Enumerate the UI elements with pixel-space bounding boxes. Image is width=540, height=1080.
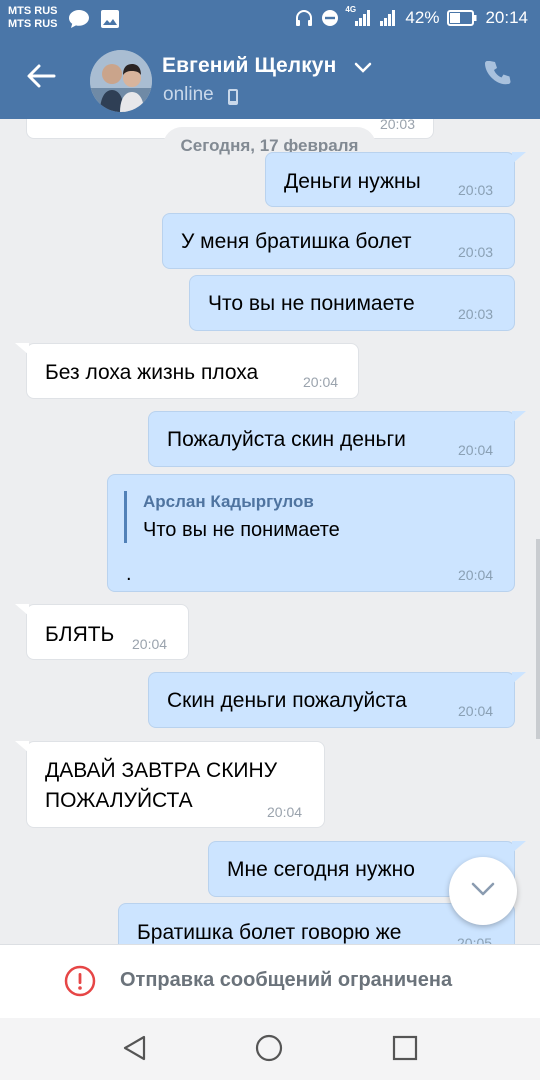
bubble-tail bbox=[15, 604, 29, 616]
battery-percent: 42% bbox=[405, 8, 440, 27]
restriction-message: Отправка сообщений ограничена bbox=[120, 969, 453, 991]
mobile-device-icon bbox=[227, 88, 239, 110]
system-indicators: 4G 42% 20:14 bbox=[295, 5, 528, 28]
nav-recents-button[interactable] bbox=[390, 1033, 424, 1067]
messaging-restricted-bar: Отправка сообщений ограничена bbox=[0, 944, 540, 1018]
mobile-signal-icon: 4G bbox=[345, 5, 371, 27]
message-time: 20:04 bbox=[458, 442, 494, 458]
message-text: БЛЯТЬ bbox=[45, 623, 115, 646]
message-text: Скин деньги пожалуйста bbox=[167, 689, 407, 712]
message-incoming[interactable]: ДАВАЙ ЗАВТРА СКИНУ ПОЖАЛУЙСТА 20:04 bbox=[15, 741, 325, 828]
network-type-label: 4G bbox=[345, 5, 357, 14]
image-notification-icon bbox=[100, 9, 120, 33]
message-outgoing-reply[interactable]: Арслан Кадыргулов Что вы не понимаете . … bbox=[107, 474, 515, 592]
nav-home-button[interactable] bbox=[254, 1033, 288, 1067]
message-text: У меня братишка болет bbox=[181, 230, 412, 253]
carrier-1: MTS RUS bbox=[8, 5, 58, 17]
status-bar: MTS RUS MTS RUS 4G 42% 20:14 bbox=[0, 0, 540, 37]
bubble-tail bbox=[15, 343, 29, 355]
carrier-labels: MTS RUS MTS RUS bbox=[8, 5, 58, 31]
message-outgoing[interactable]: Что вы не понимаете 20:03 bbox=[189, 275, 515, 331]
signal-strength-icon bbox=[379, 9, 397, 27]
message-time: 20:04 bbox=[458, 703, 494, 719]
message-text: Деньги нужны bbox=[284, 170, 421, 193]
message-text-line2: ПОЖАЛУЙСТА bbox=[45, 789, 193, 812]
message-text: . bbox=[126, 563, 132, 585]
message-text: Братишка болет говорю же bbox=[137, 921, 402, 944]
message-time: 20:05 bbox=[457, 935, 493, 944]
message-list[interactable]: 20:03 Сегодня, 17 февраля Деньги нужны 2… bbox=[0, 119, 540, 944]
scroll-to-bottom-button[interactable] bbox=[449, 857, 517, 925]
message-time: 20:04 bbox=[303, 374, 339, 390]
battery-icon bbox=[447, 10, 477, 26]
message-text: Без лоха жизнь плоха bbox=[45, 361, 259, 384]
headphones-icon bbox=[295, 9, 313, 27]
bubble-tail bbox=[512, 411, 526, 423]
scrollbar[interactable] bbox=[536, 539, 540, 739]
nav-back-button[interactable] bbox=[120, 1033, 154, 1067]
clock: 20:14 bbox=[485, 8, 528, 27]
chat-notification-icon bbox=[68, 9, 90, 33]
system-navigation-bar bbox=[0, 1018, 540, 1080]
circle-home-icon bbox=[254, 1034, 284, 1067]
warning-icon bbox=[64, 965, 96, 1001]
bubble-tail bbox=[15, 741, 29, 753]
message-text: Пожалуйста скин деньги bbox=[167, 428, 406, 451]
reply-text[interactable]: Что вы не понимаете bbox=[143, 519, 340, 542]
message-incoming[interactable]: БЛЯТЬ 20:04 bbox=[15, 604, 189, 660]
bubble-tail bbox=[512, 152, 526, 164]
message-outgoing[interactable]: Скин деньги пожалуйста 20:04 bbox=[148, 672, 526, 728]
carrier-2: MTS RUS bbox=[8, 18, 58, 30]
message-time: 20:03 bbox=[458, 244, 494, 260]
call-button[interactable] bbox=[484, 59, 520, 95]
chevron-down-icon[interactable] bbox=[354, 59, 372, 78]
square-recents-icon bbox=[390, 1035, 420, 1067]
message-outgoing[interactable]: У меня братишка болет 20:03 bbox=[162, 213, 515, 269]
reply-author[interactable]: Арслан Кадыргулов bbox=[143, 492, 314, 512]
arrow-left-icon bbox=[26, 63, 56, 93]
avatar[interactable] bbox=[90, 50, 152, 112]
message-time: 20:03 bbox=[379, 119, 415, 132]
triangle-back-icon bbox=[120, 1035, 150, 1067]
message-time: 20:03 bbox=[458, 306, 494, 322]
contact-name[interactable]: Евгений Щелкун bbox=[162, 54, 336, 78]
message-time: 20:03 bbox=[458, 182, 494, 198]
message-outgoing[interactable]: Пожалуйста скин деньги 20:04 bbox=[148, 411, 526, 467]
bubble-tail bbox=[512, 672, 526, 684]
chat-header: Евгений Щелкун online bbox=[0, 37, 540, 119]
message-outgoing[interactable]: Деньги нужны 20:03 bbox=[265, 152, 526, 207]
message-incoming[interactable]: Без лоха жизнь плоха 20:04 bbox=[15, 343, 359, 399]
message-text-line1: ДАВАЙ ЗАВТРА СКИНУ bbox=[45, 759, 278, 782]
reply-quote-bar bbox=[124, 491, 127, 543]
message-text: Что вы не понимаете bbox=[208, 292, 415, 315]
message-text: Мне сегодня нужно bbox=[227, 858, 415, 881]
message-time: 20:04 bbox=[132, 636, 168, 652]
do-not-disturb-icon bbox=[321, 9, 339, 27]
phone-icon bbox=[484, 61, 512, 91]
chevron-down-icon bbox=[470, 881, 496, 901]
bubble-tail bbox=[512, 841, 526, 853]
back-button[interactable] bbox=[20, 57, 62, 99]
online-status: online bbox=[163, 84, 214, 105]
message-time: 20:04 bbox=[267, 804, 303, 820]
message-time: 20:04 bbox=[458, 567, 494, 583]
